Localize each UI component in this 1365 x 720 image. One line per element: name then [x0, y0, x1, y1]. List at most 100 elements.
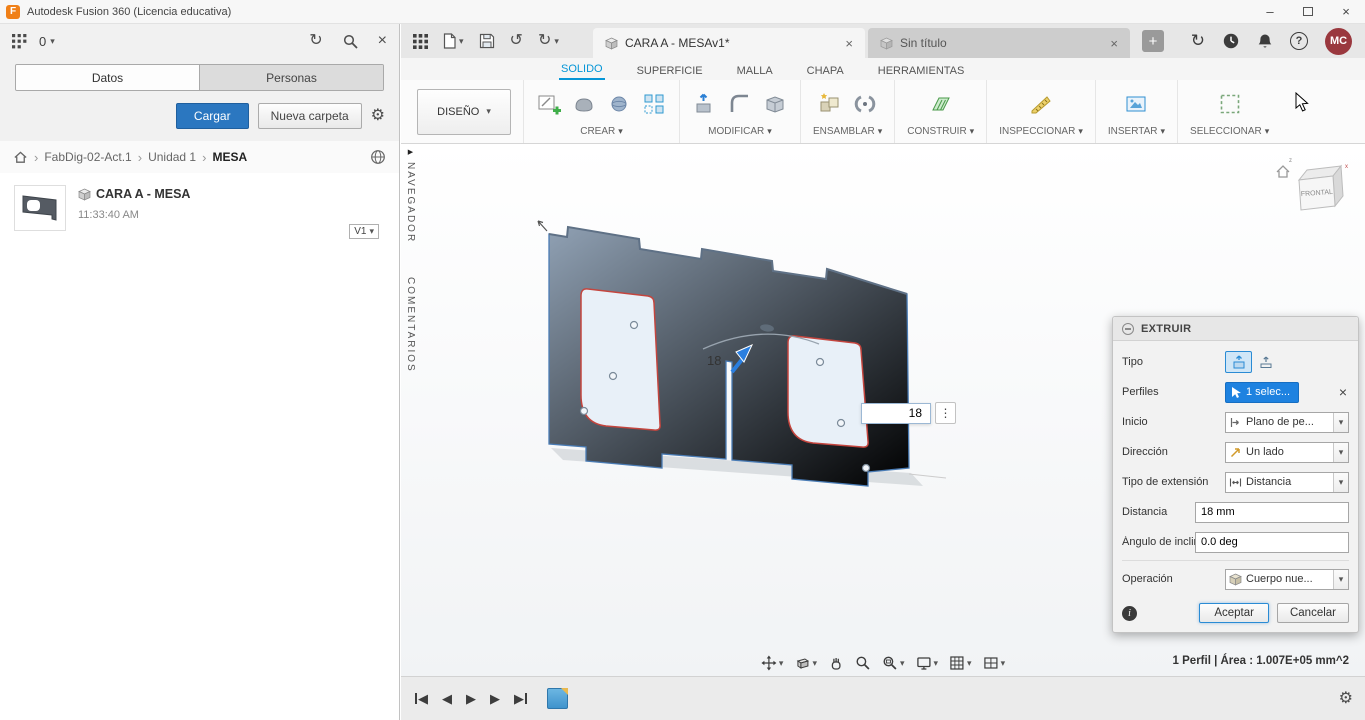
file-list-item[interactable]: CARA A - MESA 11:33:40 AM V1▾ [0, 173, 399, 243]
close-window-button[interactable]: × [1327, 0, 1365, 23]
distance-input[interactable] [1195, 502, 1349, 523]
ribbon-tab-herramientas[interactable]: HERRAMIENTAS [876, 62, 967, 80]
group-label-inspeccionar[interactable]: INSPECCIONAR▾ [999, 126, 1083, 137]
zoom-button[interactable] [855, 655, 871, 671]
operation-dropdown[interactable]: Cuerpo nue... ▾ [1225, 569, 1349, 590]
workspace-switcher-button[interactable]: DISEÑO▾ [417, 89, 511, 135]
revolve-button[interactable] [606, 91, 632, 117]
minimize-button[interactable]: – [1251, 0, 1289, 23]
file-thumbnail[interactable] [14, 185, 66, 231]
construction-plane-button[interactable] [928, 91, 954, 117]
cancel-button[interactable]: Cancelar [1277, 603, 1349, 623]
direction-dropdown[interactable]: Un lado ▾ [1225, 442, 1349, 463]
select-button[interactable] [1217, 91, 1243, 117]
group-label-modificar[interactable]: MODIFICAR▾ [708, 126, 772, 137]
joint-button[interactable] [852, 91, 878, 117]
group-label-ensamblar[interactable]: ENSAMBLAR▾ [813, 126, 882, 137]
breadcrumb-item-project[interactable]: FabDig-02-Act.1 [44, 150, 131, 164]
maximize-button[interactable] [1289, 0, 1327, 23]
pattern-button[interactable] [641, 91, 667, 117]
close-tab-icon[interactable]: × [1110, 36, 1118, 51]
extent-type-dropdown[interactable]: Distancia ▾ [1225, 472, 1349, 493]
step-forward-button[interactable]: ▶ [490, 691, 500, 707]
close-panel-button[interactable]: × [378, 33, 387, 49]
help-icon[interactable]: ? [1290, 32, 1308, 50]
breadcrumb-item-unit[interactable]: Unidad 1 [148, 150, 196, 164]
user-avatar[interactable]: MC [1325, 28, 1352, 55]
notification-count-dropdown[interactable]: 0▾ [39, 34, 55, 49]
shell-button[interactable] [762, 91, 788, 117]
panel-settings-gear-icon[interactable]: ⚙ [371, 108, 385, 124]
row-direccion: Dirección Un lado ▾ [1122, 437, 1349, 467]
ribbon-tab-superficie[interactable]: SUPERFICIE [635, 62, 705, 80]
undo-button[interactable]: ↺ [510, 33, 523, 49]
view-cube[interactable]: FRONTAL x z [1275, 152, 1351, 224]
chevron-down-icon: ▾ [1333, 443, 1348, 462]
create-sketch-button[interactable] [536, 91, 562, 117]
right-cutout-profile[interactable] [788, 336, 868, 447]
taper-angle-input[interactable] [1195, 532, 1349, 553]
look-at-button[interactable]: ▾ [794, 655, 817, 671]
version-dropdown[interactable]: V1▾ [349, 224, 379, 239]
group-label-crear[interactable]: CREAR▾ [580, 126, 623, 137]
insert-button[interactable] [1123, 91, 1149, 117]
form-button[interactable] [571, 91, 597, 117]
skip-to-start-button[interactable]: ◀ [415, 691, 428, 707]
globe-icon[interactable] [370, 149, 386, 165]
home-view-icon[interactable] [1277, 166, 1289, 177]
ribbon-tab-solido[interactable]: SOLIDO [559, 60, 605, 80]
ribbon-tab-malla[interactable]: MALLA [735, 62, 775, 80]
group-label-construir[interactable]: CONSTRUIR▾ [907, 126, 974, 137]
start-dropdown[interactable]: Plano de pe... ▾ [1225, 412, 1349, 433]
pan-orbit-button[interactable]: ▾ [761, 655, 784, 671]
viewport-canvas[interactable]: ▶ NAVEGADOR COMENTARIOS [401, 144, 1365, 676]
timeline-settings-gear-icon[interactable]: ⚙ [1339, 691, 1353, 707]
dimension-input[interactable] [861, 403, 931, 424]
play-button[interactable]: ▶ [466, 691, 476, 707]
document-tab-inactive[interactable]: Sin título × [868, 28, 1130, 58]
clear-selection-icon[interactable]: × [1339, 384, 1349, 400]
upload-button[interactable]: Cargar [176, 103, 249, 129]
file-menu-button[interactable]: ▾ [443, 33, 464, 49]
press-pull-button[interactable] [692, 91, 718, 117]
profiles-selected-chip[interactable]: 1 selec... [1225, 382, 1299, 403]
extrude-dialog-header[interactable]: EXTRUIR [1113, 317, 1358, 341]
teams-grid-icon[interactable] [12, 34, 27, 49]
step-back-button[interactable]: ◀ [442, 691, 452, 707]
job-status-icon[interactable]: ↻ [1191, 31, 1205, 51]
accept-button[interactable]: Aceptar [1199, 603, 1269, 623]
app-grid-icon[interactable] [413, 34, 428, 49]
left-cutout-profile[interactable] [581, 289, 660, 430]
new-tab-button[interactable]: + [1142, 30, 1164, 52]
group-label-seleccionar[interactable]: SELECCIONAR▾ [1190, 126, 1269, 137]
notifications-bell-icon[interactable] [1257, 33, 1273, 50]
document-tab-active[interactable]: CARA A - MESAv1* × [593, 28, 865, 58]
dimension-options-button[interactable]: ⋮ [935, 402, 956, 424]
skip-to-end-button[interactable]: ▶ [514, 691, 527, 707]
pan-button[interactable] [828, 655, 844, 671]
tab-personas[interactable]: Personas [199, 65, 383, 90]
refresh-button[interactable]: ↻ [309, 33, 322, 49]
extrude-type-thin-button[interactable] [1252, 351, 1279, 373]
grid-snap-button[interactable]: ▾ [949, 655, 972, 671]
home-icon[interactable] [13, 150, 28, 165]
new-component-button[interactable] [817, 91, 843, 117]
measure-button[interactable] [1028, 91, 1054, 117]
ribbon-tab-chapa[interactable]: CHAPA [805, 62, 846, 80]
redo-button[interactable]: ↻ ▾ [538, 33, 559, 49]
viewports-button[interactable]: ▾ [983, 655, 1006, 671]
new-folder-button[interactable]: Nueva carpeta [258, 103, 362, 129]
timeline-feature-extrude[interactable] [547, 688, 568, 709]
save-icon[interactable] [479, 33, 495, 49]
zoom-window-button[interactable]: ▾ [882, 655, 905, 671]
fillet-button[interactable] [727, 91, 753, 117]
collapse-dialog-icon[interactable] [1122, 323, 1134, 335]
group-label-insertar[interactable]: INSERTAR▾ [1108, 126, 1165, 137]
info-icon[interactable]: i [1122, 606, 1137, 621]
search-button[interactable] [343, 34, 358, 49]
close-tab-icon[interactable]: × [845, 36, 853, 51]
clock-icon[interactable] [1222, 32, 1240, 50]
extrude-type-solid-button[interactable] [1225, 351, 1252, 373]
display-settings-button[interactable]: ▾ [916, 655, 939, 671]
tab-datos[interactable]: Datos [16, 65, 199, 90]
